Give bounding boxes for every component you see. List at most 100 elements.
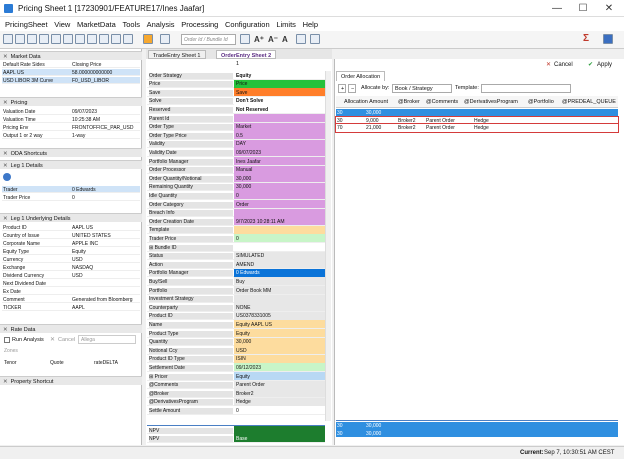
info-icon[interactable] [3,173,11,181]
order-field-row[interactable]: Product ID Type ISIN [147,354,325,364]
disk-icon[interactable] [603,34,613,44]
market-data-row[interactable]: AAPL US 58.000000000000 [2,69,140,77]
field-value[interactable]: ISIN [234,354,325,363]
field-value[interactable]: Market [234,122,325,131]
order-field-row[interactable]: Action AMEND [147,260,325,269]
field-value[interactable]: US0378331005 [234,311,325,320]
field-value[interactable]: 0 Edwards [234,268,325,277]
underlying-row[interactable]: Product ID AAPL US [2,224,140,232]
field-value[interactable]: AMEND [234,260,325,269]
close-icon[interactable]: ✕ [3,163,8,169]
rate-cancel-button[interactable]: Cancel [58,337,75,343]
menu-tools[interactable]: Tools [117,17,140,29]
field-value[interactable]: Buy [234,277,325,286]
close-icon[interactable]: ✕ [3,327,8,333]
close-button[interactable]: ✕ [598,2,620,15]
leg1-header[interactable]: ✕ Leg 1 Details [0,160,142,169]
underlying-row[interactable]: Comment Generated from Bloomberg [2,296,140,304]
menu-limits[interactable]: Limits [271,17,296,29]
filter-icon[interactable] [160,34,170,44]
menu-analysis[interactable]: Analysis [142,17,175,29]
order-field-row[interactable]: Settlement Date 09/12/2023 [147,363,325,372]
template-select[interactable] [481,84,571,93]
underlying-row[interactable]: Currency USD [2,256,140,264]
settings-icon[interactable] [143,34,153,44]
sigma-icon[interactable]: Σ [583,33,589,44]
font-decrease-icon[interactable]: A⁻ [268,35,278,44]
underlying-row[interactable]: TICKER AAPL [2,304,140,312]
menu-configuration[interactable]: Configuration [220,17,270,29]
close-icon[interactable]: ✕ [3,216,8,222]
order-field-row[interactable]: Solve Don't Solve [147,96,325,106]
open-icon[interactable] [15,34,25,44]
field-value[interactable]: Equity [234,71,325,79]
order-field-row[interactable]: Template [147,225,325,235]
underlying-row[interactable]: Equity Type Equity [2,248,140,256]
field-value[interactable]: Don't Solve [234,96,325,105]
order-field-row[interactable]: Price Price [147,79,325,89]
menu-pricingsheet[interactable]: PricingSheet [0,17,48,29]
copy-icon[interactable] [39,34,49,44]
order-field-row[interactable]: Save Save [147,88,325,97]
search-icon[interactable] [240,34,250,44]
field-value[interactable]: 0 [234,234,325,243]
remove-icon[interactable]: − [348,84,356,93]
market-data-row[interactable]: USD LIBOR 3M Curve F0_USD_LIBOR [2,77,140,85]
order-field-row[interactable]: @DerivativesProgram Hedge [147,397,325,407]
leg1-underlying-header[interactable]: ✕ Leg 1 Underlying Details [0,213,142,222]
order-field-row[interactable]: Reserved Not Reserved [147,105,325,114]
underlying-row[interactable]: Dividend Currency USD [2,272,140,280]
apply-button[interactable]: Apply [597,62,612,68]
order-field-row[interactable]: Order Type Market [147,122,325,132]
underlying-row[interactable]: Country of Issue UNITED STATES [2,232,140,240]
new-icon[interactable] [3,34,13,44]
calc-icon[interactable] [123,34,133,44]
export-icon[interactable] [99,34,109,44]
field-value[interactable] [234,208,325,217]
order-field-row[interactable]: Parent Id [147,114,325,123]
market-data-header[interactable]: ✕ Market Data [0,51,142,60]
order-field-row[interactable]: Order Creation Date 9/7/2023 10:28:11 AM [147,217,325,226]
order-field-row[interactable]: Trader Price 0 [147,234,325,243]
npv-row[interactable]: NPV Base [147,434,325,443]
field-value[interactable]: Manual [234,165,325,174]
close-icon[interactable]: ✕ [3,100,8,106]
menu-view[interactable]: View [49,17,70,29]
field-value[interactable]: Order [234,200,325,208]
menu-marketdata[interactable]: MarketData [72,17,116,29]
field-value[interactable]: 09/12/2023 [234,363,325,372]
order-field-row[interactable]: Order Type Price 0.5 [147,131,325,140]
field-value[interactable]: DAY [234,139,325,148]
font-reset-icon[interactable]: A [282,35,288,44]
maximize-button[interactable]: ☐ [572,2,594,15]
cancel-x-icon[interactable]: ✕ [50,336,55,343]
allocation-row[interactable]: 30 9,000 Broker2 Parent Order Hedge [335,115,619,125]
order-field-row[interactable]: Settle Amount 0 [147,406,325,415]
allocation-row[interactable]: 30 30,000 [336,109,618,117]
field-value[interactable]: 09/07/2023 [234,148,325,157]
list-icon[interactable] [87,34,97,44]
order-field-row[interactable]: Product Type Equity [147,329,325,338]
order-field-row[interactable]: Quantity 30,000 [147,337,325,347]
npv-row[interactable]: NPV [147,425,325,434]
allocate-by-select[interactable]: Book / Strategy [392,84,452,93]
oda-shortcuts-header[interactable]: ✕ ODA Shortcuts [0,148,142,157]
field-value[interactable]: Equity [234,372,325,380]
field-value[interactable]: 30,000 [234,337,325,346]
order-field-row[interactable]: Order Strategy Equity [147,71,325,80]
add-icon[interactable]: + [338,84,346,93]
order-field-row[interactable]: Portfolio Manager 0 Edwards [147,268,325,278]
columns-icon[interactable] [310,34,320,44]
minimize-button[interactable]: — [546,2,568,15]
pricing-row[interactable]: Output 1 or 2 way 1-way [2,132,140,140]
pricing-header[interactable]: ✕ Pricing [0,97,142,106]
field-value[interactable] [234,294,325,303]
field-value[interactable]: 30,000 [234,182,325,191]
font-increase-icon[interactable]: A⁺ [254,35,264,44]
order-field-row[interactable]: Counterparty NONE [147,303,325,312]
rate-select[interactable]: Allega [78,335,136,344]
layout-icon[interactable] [296,34,306,44]
field-value[interactable]: Hedge [234,397,325,406]
order-field-row[interactable]: @Comments Parent Order [147,380,325,390]
order-field-row[interactable]: Validity DAY [147,139,325,149]
